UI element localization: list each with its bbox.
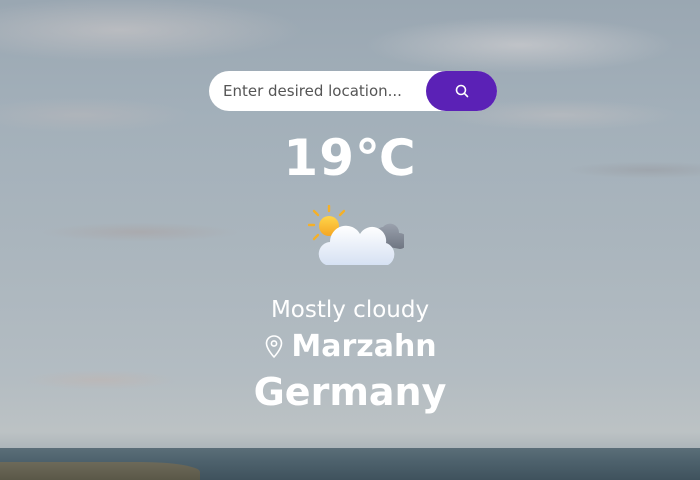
search-icon xyxy=(455,84,469,98)
partly-cloudy-icon xyxy=(307,204,408,271)
country-name: Germany xyxy=(253,370,447,414)
search-input[interactable] xyxy=(209,71,419,111)
shoreline xyxy=(0,462,200,480)
temperature-value: 19℃ xyxy=(283,129,417,187)
city-name: Marzahn xyxy=(291,329,437,364)
location-line: Marzahn xyxy=(0,328,700,366)
location-pin-icon xyxy=(263,334,285,360)
search-button[interactable] xyxy=(426,71,497,111)
weather-condition: Mostly cloudy xyxy=(270,297,430,323)
search-bar xyxy=(209,71,497,111)
